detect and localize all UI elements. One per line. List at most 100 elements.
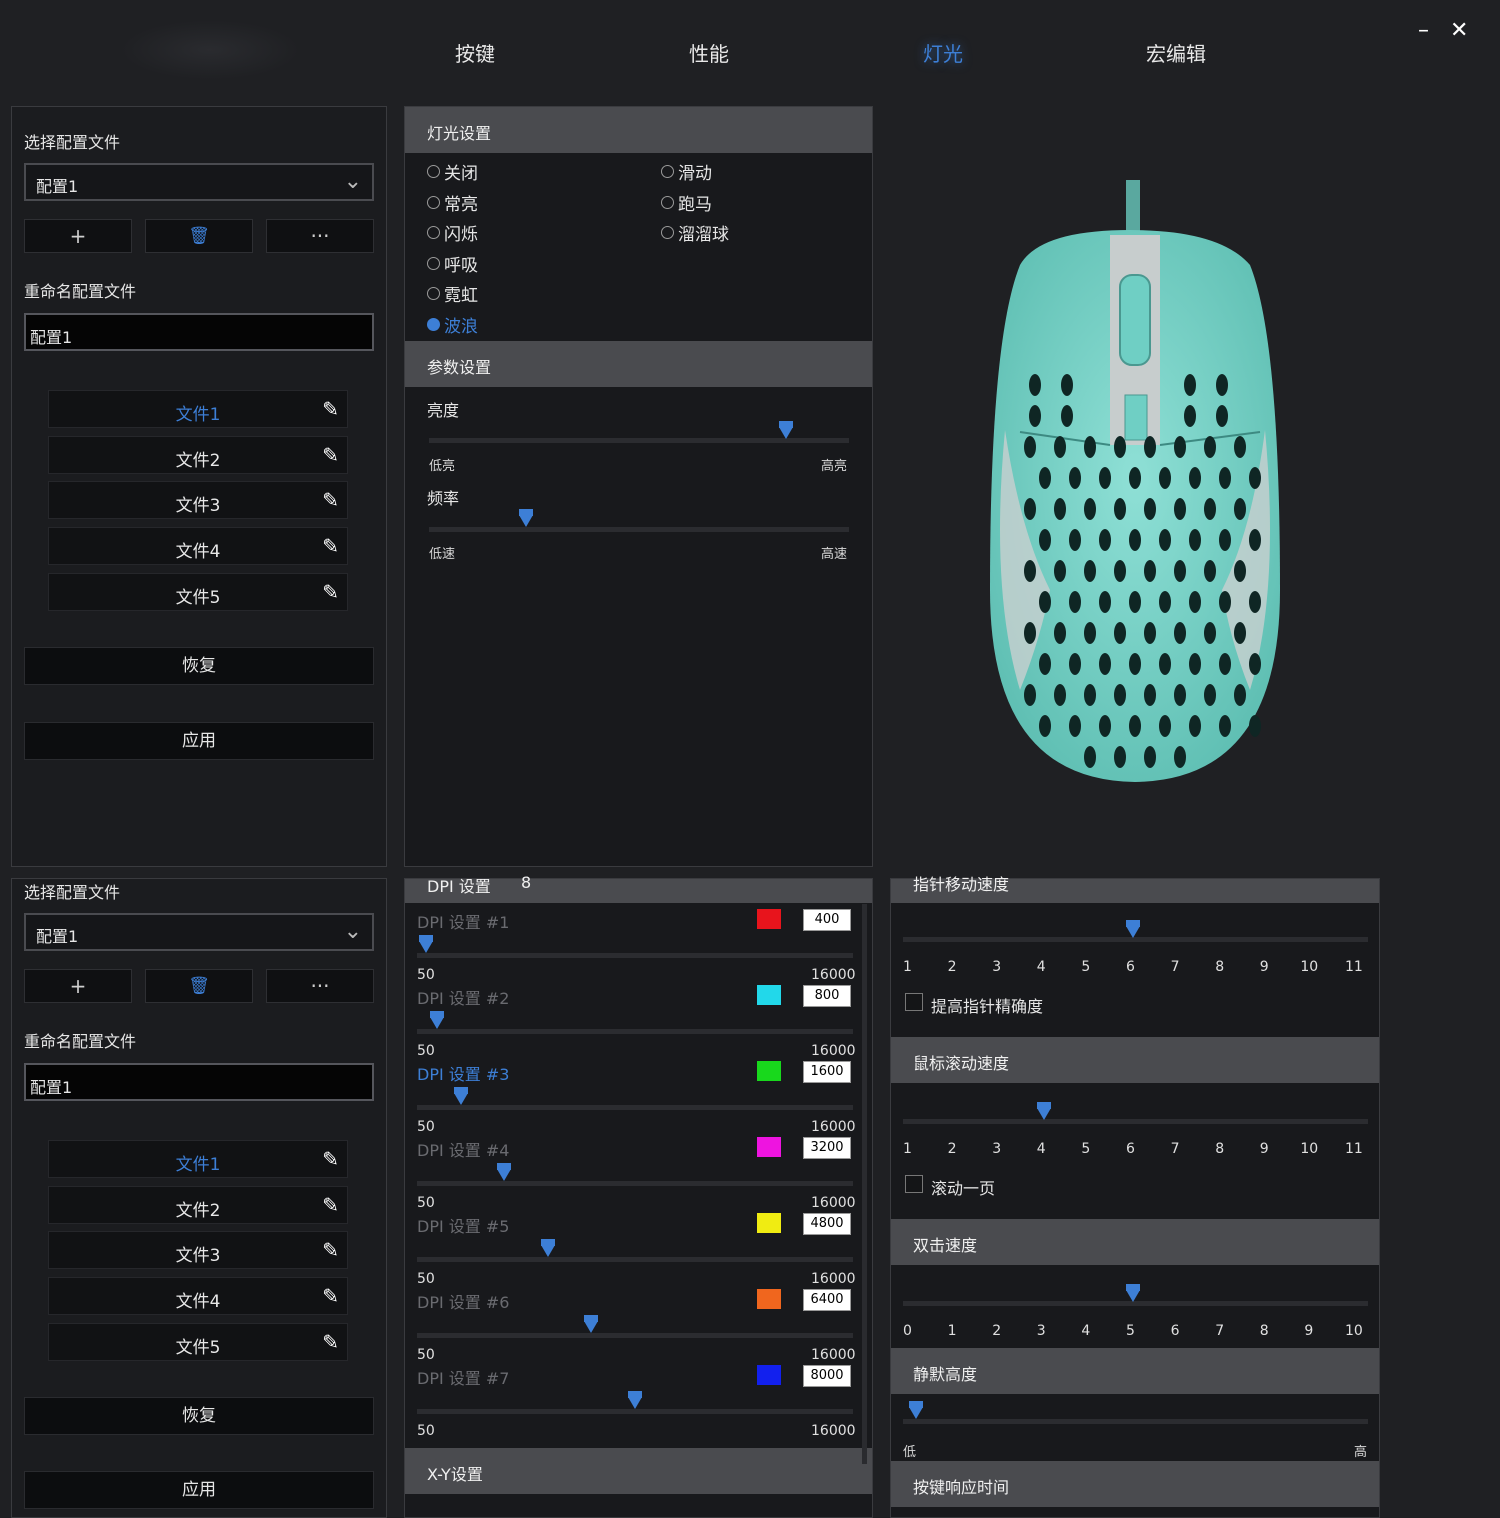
restore-button[interactable]: 恢复	[24, 1397, 374, 1435]
dpi-value-input[interactable]: 8000	[803, 1365, 851, 1387]
file-item-5[interactable]: 文件5 ✎	[48, 1323, 348, 1361]
more-options-button[interactable]: ···	[266, 969, 374, 1003]
frequency-slider[interactable]	[429, 527, 849, 532]
file-item-2[interactable]: 文件2 ✎	[48, 436, 348, 474]
rename-profile-input[interactable]: 配置1	[24, 1063, 374, 1101]
precision-checkbox[interactable]	[905, 993, 923, 1011]
pencil-icon[interactable]: ✎	[322, 443, 339, 467]
mode-radio-l-2[interactable]: 闪烁	[427, 220, 478, 245]
mode-radio-r-1[interactable]: 跑马	[661, 190, 712, 215]
dpi-setting-label[interactable]: DPI 设置 #6	[417, 1289, 509, 1313]
tab-macro[interactable]: 宏编辑	[1146, 38, 1206, 67]
delete-profile-button[interactable]: 🗑	[145, 969, 253, 1003]
profile-select[interactable]: 配置1 ⌄	[24, 163, 374, 201]
delete-profile-button[interactable]: 🗑	[145, 219, 253, 253]
dpi-color-swatch[interactable]	[757, 909, 781, 929]
dpi-slider-thumb[interactable]	[584, 1315, 599, 1333]
dpi-color-swatch[interactable]	[757, 1061, 781, 1081]
dpi-color-swatch[interactable]	[757, 1365, 781, 1385]
profile-select[interactable]: 配置1 ⌄	[24, 913, 374, 951]
lod-thumb[interactable]	[909, 1401, 923, 1419]
frequency-slider-thumb[interactable]	[518, 509, 533, 527]
restore-button[interactable]: 恢复	[24, 647, 374, 685]
file-item-5[interactable]: 文件5 ✎	[48, 573, 348, 611]
dpi-setting-label[interactable]: DPI 设置 #2	[417, 985, 509, 1009]
file-item-4[interactable]: 文件4 ✎	[48, 1277, 348, 1315]
pencil-icon[interactable]: ✎	[322, 1284, 339, 1308]
mode-radio-l-0[interactable]: 关闭	[427, 159, 478, 184]
dpi-slider-thumb[interactable]	[430, 1011, 445, 1029]
rename-profile-input[interactable]: 配置1	[24, 313, 374, 351]
file-item-3[interactable]: 文件3 ✎	[48, 1231, 348, 1269]
dpi-slider-thumb[interactable]	[453, 1087, 468, 1105]
dpi-slider[interactable]	[417, 1105, 853, 1110]
mode-radio-l-5[interactable]: 波浪	[427, 312, 478, 337]
dpi-value-input[interactable]: 800	[803, 985, 851, 1007]
dpi-color-swatch[interactable]	[757, 1137, 781, 1157]
mode-radio-r-2[interactable]: 溜溜球	[661, 220, 729, 245]
file-item-1[interactable]: 文件1 ✎	[48, 390, 348, 428]
dpi-slider[interactable]	[417, 953, 853, 958]
pencil-icon[interactable]: ✎	[322, 1193, 339, 1217]
pencil-icon[interactable]: ✎	[322, 488, 339, 512]
pencil-icon[interactable]: ✎	[322, 1147, 339, 1171]
mode-radio-l-3[interactable]: 呼吸	[427, 251, 478, 276]
minimize-button[interactable]: –	[1418, 18, 1429, 43]
pencil-icon[interactable]: ✎	[322, 534, 339, 558]
mode-label: 霓虹	[444, 286, 478, 306]
dpi-slider-thumb[interactable]	[497, 1163, 512, 1181]
mode-radio-l-4[interactable]: 霓虹	[427, 281, 478, 306]
dpi-slider[interactable]	[417, 1029, 853, 1034]
dpi-color-swatch[interactable]	[757, 1289, 781, 1309]
add-profile-button[interactable]: +	[24, 969, 132, 1003]
close-button[interactable]: ✕	[1450, 18, 1468, 43]
tab-keys[interactable]: 按键	[455, 38, 495, 67]
mode-radio-r-0[interactable]: 滑动	[661, 159, 712, 184]
file-item-3[interactable]: 文件3 ✎	[48, 481, 348, 519]
add-profile-button[interactable]: +	[24, 219, 132, 253]
dpi-value-input[interactable]: 3200	[803, 1137, 851, 1159]
file-item-4[interactable]: 文件4 ✎	[48, 527, 348, 565]
dpi-slider[interactable]	[417, 1257, 853, 1262]
dpi-slider[interactable]	[417, 1181, 853, 1186]
dpi-setting-label[interactable]: DPI 设置 #3	[417, 1061, 509, 1085]
dpi-slider-thumb[interactable]	[418, 935, 433, 953]
scroll-page-checkbox[interactable]	[905, 1175, 923, 1193]
dpi-color-swatch[interactable]	[757, 1213, 781, 1233]
more-options-button[interactable]: ···	[266, 219, 374, 253]
dpi-scrollbar[interactable]	[862, 904, 867, 1464]
dpi-value-input[interactable]: 4800	[803, 1213, 851, 1235]
file-item-1[interactable]: 文件1 ✎	[48, 1140, 348, 1178]
scroll-speed-slider[interactable]	[903, 1119, 1368, 1124]
dpi-setting-label[interactable]: DPI 设置 #5	[417, 1213, 509, 1237]
brightness-slider-thumb[interactable]	[779, 421, 793, 439]
dpi-slider[interactable]	[417, 1409, 853, 1414]
apply-button[interactable]: 应用	[24, 722, 374, 760]
mode-radio-l-1[interactable]: 常亮	[427, 190, 478, 215]
dpi-setting-label[interactable]: DPI 设置 #4	[417, 1137, 509, 1161]
dpi-value-input[interactable]: 6400	[803, 1289, 851, 1311]
dpi-slider-thumb[interactable]	[540, 1239, 555, 1257]
double-click-thumb[interactable]	[1126, 1284, 1140, 1302]
tab-performance[interactable]: 性能	[689, 38, 729, 67]
dpi-value-input[interactable]: 1600	[803, 1061, 851, 1083]
tab-lighting[interactable]: 灯光	[923, 38, 963, 67]
dpi-color-swatch[interactable]	[757, 985, 781, 1005]
dpi-setting-label[interactable]: DPI 设置 #1	[417, 909, 509, 933]
pencil-icon[interactable]: ✎	[322, 1238, 339, 1262]
pencil-icon[interactable]: ✎	[322, 580, 339, 604]
pencil-icon[interactable]: ✎	[322, 1330, 339, 1354]
file-item-2[interactable]: 文件2 ✎	[48, 1186, 348, 1224]
dpi-value-input[interactable]: 400	[803, 909, 851, 931]
dpi-setting-label[interactable]: DPI 设置 #7	[417, 1365, 509, 1389]
tick-label: 3	[992, 959, 1002, 975]
scroll-speed-thumb[interactable]	[1036, 1102, 1051, 1120]
pointer-speed-thumb[interactable]	[1126, 920, 1140, 938]
lod-slider[interactable]	[903, 1419, 1368, 1424]
apply-button[interactable]: 应用	[24, 1471, 374, 1509]
dpi-slider[interactable]	[417, 1333, 853, 1338]
dpi-slider-thumb[interactable]	[628, 1391, 642, 1409]
dpi-max-label: 16000	[811, 1119, 856, 1135]
pencil-icon[interactable]: ✎	[322, 397, 339, 421]
dpi-count[interactable]: 8	[521, 873, 531, 892]
